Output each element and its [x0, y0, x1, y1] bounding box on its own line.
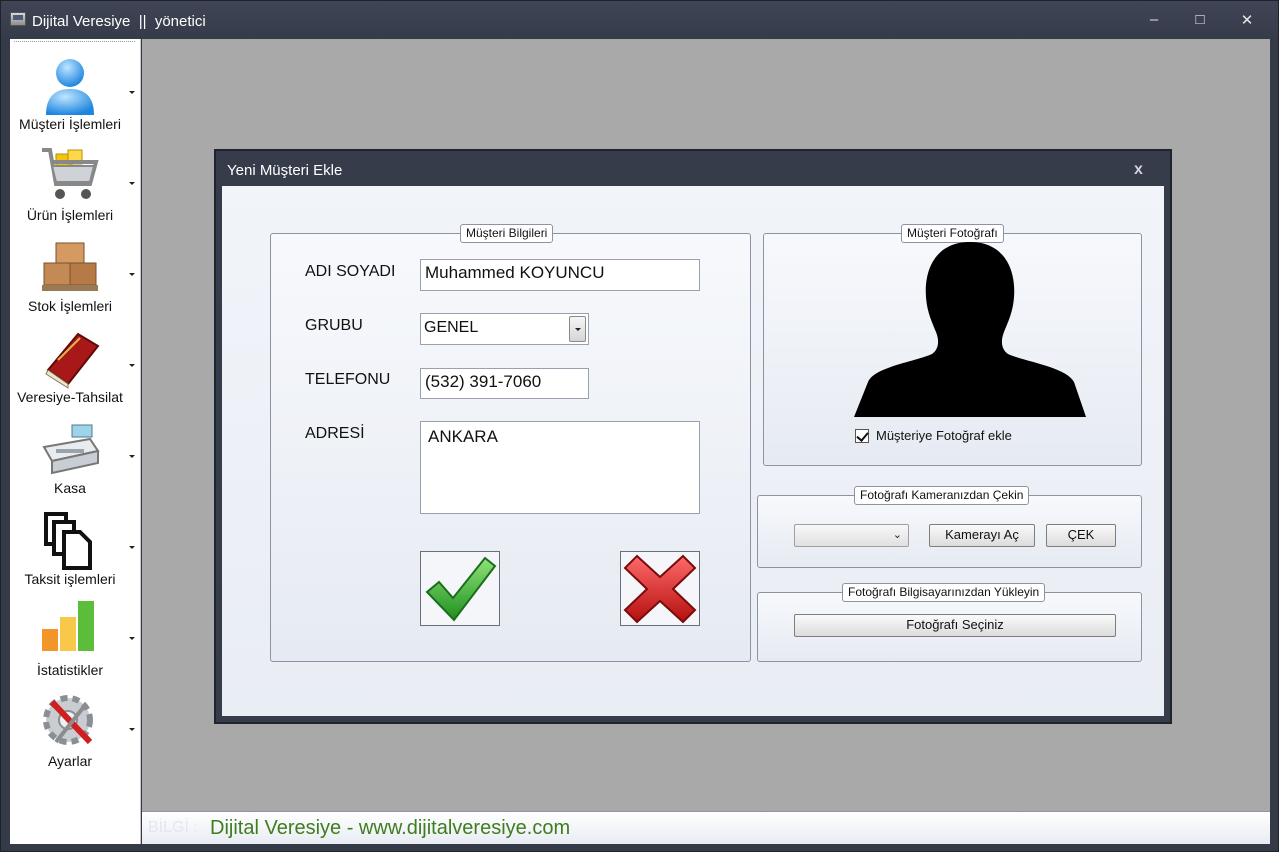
group-legend: Fotoğrafı Kameranızdan Çekin [854, 486, 1030, 505]
title-bar[interactable]: Dijital Veresiye || yönetici – □ ✕ [1, 1, 1278, 39]
group-label: GRUBU [305, 317, 363, 334]
maximize-button[interactable]: □ [1187, 11, 1213, 31]
sidebar-item-taksit[interactable]: Taksit işlemleri [10, 500, 141, 591]
status-text: Dijital Veresiye - www.dijitalveresiye.c… [210, 817, 571, 839]
cash-register-icon [42, 424, 100, 475]
dropdown-caret-icon [129, 455, 135, 458]
dropdown-caret-icon [129, 182, 135, 185]
sidebar-item-label: Ayarlar [47, 753, 93, 769]
group-select-value: GENEL [424, 319, 479, 336]
ledger-book-icon [45, 332, 100, 389]
dropdown-caret-icon [129, 728, 135, 731]
camera-select[interactable]: ⌄ [794, 524, 909, 547]
group-select[interactable]: GENEL [420, 313, 589, 345]
close-button[interactable]: ✕ [1234, 11, 1260, 31]
sidebar-item-label: Müşteri İşlemleri [19, 116, 121, 132]
silhouette-avatar [854, 242, 1086, 417]
bar-chart-icon [42, 601, 94, 651]
chevron-down-icon: ⌄ [892, 529, 902, 541]
capture-button[interactable]: ÇEK [1046, 524, 1116, 547]
app-icon [10, 12, 26, 26]
dialog-title: Yeni Müşteri Ekle [227, 162, 343, 179]
shopping-cart-icon [42, 148, 99, 199]
confirm-button[interactable] [420, 551, 500, 626]
dropdown-caret-icon [129, 273, 135, 276]
sidebar-item-urun[interactable]: Ürün İşlemleri [10, 136, 141, 227]
dialog-close-button[interactable]: x [1134, 161, 1143, 179]
phone-label: TELEFONU [305, 371, 391, 388]
sidebar-item-kasa[interactable]: Kasa [10, 409, 141, 500]
sidebar-item-label: Stok İşlemleri [27, 298, 113, 314]
phone-field[interactable]: (532) 391-7060 [420, 368, 589, 399]
sidebar-grip [14, 41, 135, 42]
sidebar-item-label: İstatistikler [36, 662, 104, 678]
boxes-icon [42, 242, 98, 291]
window-title: Dijital Veresiye || yönetici [32, 13, 206, 30]
new-customer-dialog: Yeni Müşteri Ekle x Müşteri Bilgileri AD… [214, 149, 1172, 724]
chevron-down-icon[interactable] [569, 316, 586, 342]
address-field[interactable]: ANKARA [420, 421, 700, 514]
camera-group: Fotoğrafı Kameranızdan Çekin ⌄ Kamerayı … [757, 486, 1142, 568]
add-photo-checkbox[interactable] [855, 429, 869, 443]
sidebar-item-veresiye[interactable]: Veresiye-Tahsilat [10, 318, 141, 409]
open-camera-button[interactable]: Kamerayı Aç [929, 524, 1035, 547]
dropdown-caret-icon [129, 91, 135, 94]
sidebar-item-musteri[interactable]: Müşteri İşlemleri [10, 45, 141, 136]
sidebar-item-istatistik[interactable]: İstatistikler [10, 591, 141, 682]
settings-gear-icon [43, 695, 93, 745]
customer-info-group: Müşteri Bilgileri ADI SOYADI Muhammed KO… [270, 224, 751, 662]
dropdown-caret-icon [129, 637, 135, 640]
sidebar-item-label: Ürün İşlemleri [26, 207, 114, 223]
sidebar-item-label: Kasa [54, 480, 86, 496]
name-field[interactable]: Muhammed KOYUNCU [420, 259, 700, 291]
address-label: ADRESİ [305, 425, 365, 442]
status-label: BİLGİ : [148, 819, 198, 836]
cancel-button[interactable] [620, 551, 700, 626]
group-legend: Fotoğrafı Bilgisayarınızdan Yükleyin [842, 583, 1046, 602]
sidebar-item-label: Taksit işlemleri [24, 571, 116, 587]
dropdown-caret-icon [129, 546, 135, 549]
sidebar-item-ayarlar[interactable]: Ayarlar [10, 682, 141, 773]
status-bar: BİLGİ : Dijital Veresiye - www.dijitalve… [142, 811, 1270, 844]
customer-photo-group: Müşteri Fotoğrafı Müşteriye Fotoğraf ekl… [763, 224, 1142, 466]
sidebar: Müşteri İşlemleri Ürün İşlemleri Stok İş… [10, 39, 141, 844]
group-legend: Müşteri Fotoğrafı [901, 224, 1004, 243]
dropdown-caret-icon [129, 364, 135, 367]
dialog-body: Müşteri Bilgileri ADI SOYADI Muhammed KO… [222, 186, 1164, 716]
name-label: ADI SOYADI [305, 263, 396, 280]
group-legend: Müşteri Bilgileri [460, 224, 554, 243]
user-icon [46, 59, 94, 115]
choose-photo-button[interactable]: Fotoğrafı Seçiniz [794, 614, 1116, 637]
sidebar-item-label: Veresiye-Tahsilat [17, 389, 123, 405]
sidebar-item-stok[interactable]: Stok İşlemleri [10, 227, 141, 318]
cross-icon [623, 554, 697, 624]
checkmark-icon [425, 556, 497, 622]
add-photo-checkbox-label: Müşteriye Fotoğraf ekle [876, 428, 1012, 443]
minimize-button[interactable]: – [1141, 11, 1167, 31]
upload-group: Fotoğrafı Bilgisayarınızdan Yükleyin Fot… [757, 583, 1142, 662]
documents-icon [44, 512, 92, 570]
